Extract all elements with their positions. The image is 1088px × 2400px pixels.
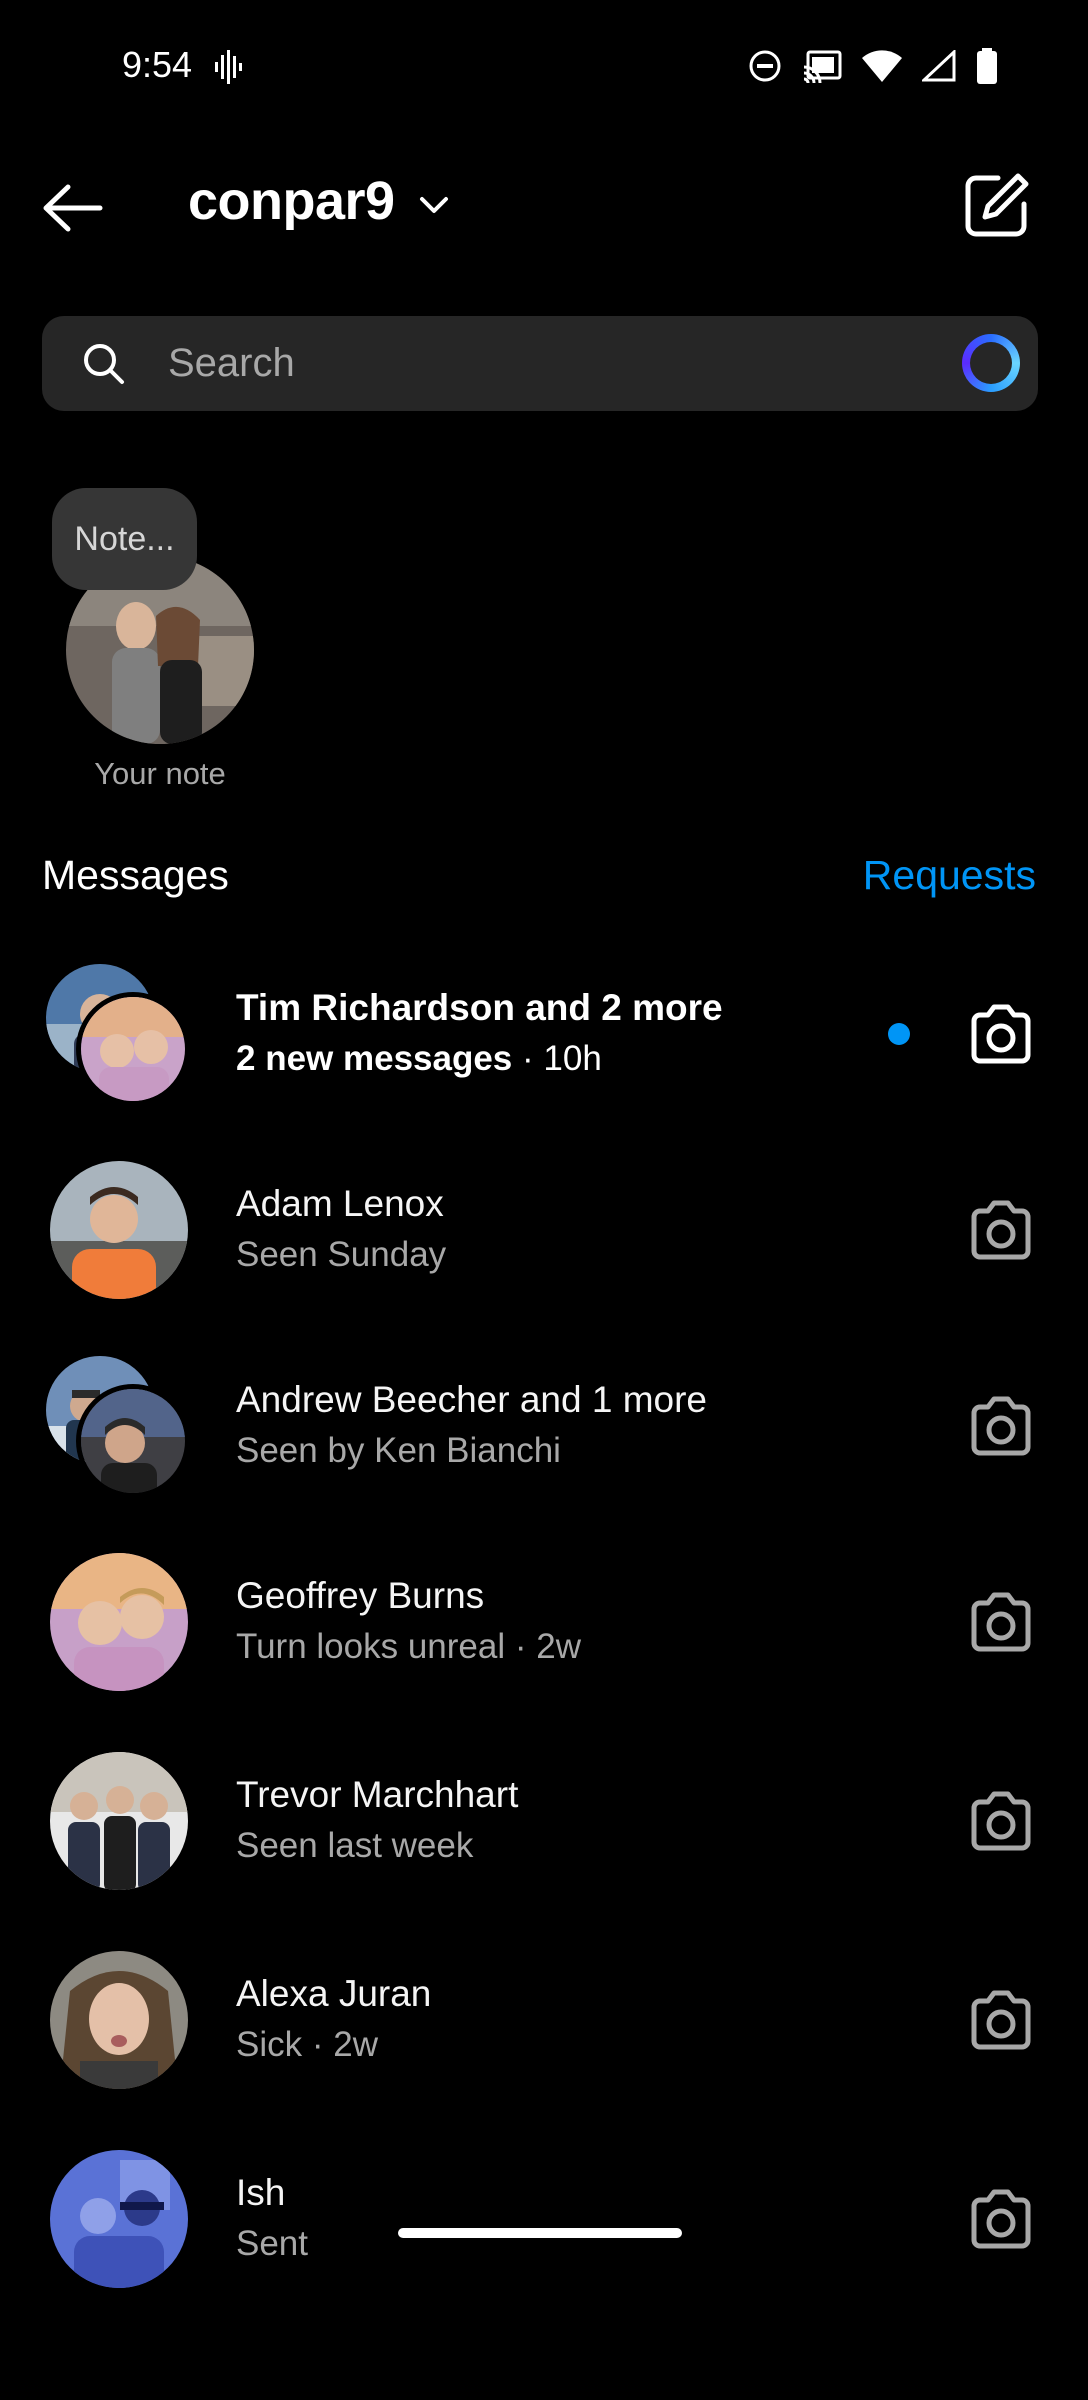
thread-row[interactable]: Adam Lenox Seen Sunday [0, 1140, 1088, 1320]
thread-row[interactable]: Geoffrey Burns Turn looks unreal · 2w [0, 1532, 1088, 1712]
note-bubble[interactable]: Note... [52, 488, 197, 590]
status-time: 9:54 [122, 44, 193, 85]
thread-preview: Seen last week [236, 1826, 474, 1865]
cast-icon [803, 50, 842, 83]
account-username[interactable]: conpar9 [188, 170, 395, 232]
avatar [50, 1553, 188, 1691]
cellular-signal-icon [922, 50, 956, 82]
thread-name: Trevor Marchhart [236, 1774, 519, 1815]
camera-icon[interactable] [966, 999, 1036, 1069]
status-bar: 9:54 [0, 0, 1088, 130]
thread-row[interactable]: Andrew Beecher and 1 more Seen by Ken Bi… [0, 1336, 1088, 1516]
avatar [50, 1951, 188, 2089]
thread-name: Tim Richardson and 2 more [236, 987, 723, 1028]
camera-icon[interactable] [966, 1587, 1036, 1657]
thread-row[interactable]: Alexa Juran Sick · 2w [0, 1930, 1088, 2110]
search-input[interactable] [168, 316, 948, 411]
unread-indicator [888, 1023, 910, 1045]
camera-icon[interactable] [966, 1195, 1036, 1265]
search-icon [84, 344, 124, 384]
thread-name: Geoffrey Burns [236, 1575, 485, 1616]
avatar [50, 1161, 188, 1299]
thread-row[interactable]: Tim Richardson and 2 more 2 new messages… [0, 944, 1088, 1124]
requests-link[interactable]: Requests [863, 852, 1036, 899]
chevron-down-icon[interactable] [416, 188, 452, 224]
back-arrow-icon[interactable] [40, 175, 106, 241]
camera-icon[interactable] [966, 1391, 1036, 1461]
avatar [76, 992, 190, 1106]
thread-preview: Sick [236, 2025, 303, 2064]
thread-preview: Turn looks unreal [236, 1627, 506, 1666]
new-message-icon[interactable] [962, 170, 1032, 240]
thread-name: Ish [236, 2172, 286, 2213]
wifi-icon [862, 50, 902, 82]
thread-preview: Seen Sunday [236, 1235, 447, 1274]
audio-wave-icon [215, 50, 242, 84]
thread-name: Adam Lenox [236, 1183, 444, 1224]
battery-icon [977, 48, 997, 84]
thread-row[interactable]: Ish Sent [0, 2129, 1088, 2309]
thread-preview: 2 new messages [236, 1039, 513, 1078]
thread-name: Andrew Beecher and 1 more [236, 1379, 707, 1420]
search-bar[interactable] [42, 316, 1038, 411]
do-not-disturb-icon [749, 50, 781, 82]
camera-icon[interactable] [966, 1985, 1036, 2055]
thread-time: · 2w [514, 1627, 581, 1666]
avatar [76, 1384, 190, 1498]
messages-heading: Messages [42, 852, 229, 898]
thread-preview: Sent [236, 2224, 308, 2263]
home-indicator[interactable] [398, 2228, 682, 2238]
meta-ai-icon[interactable] [962, 334, 1020, 392]
thread-time: · 10h [522, 1039, 602, 1078]
camera-icon[interactable] [966, 1786, 1036, 1856]
thread-name: Alexa Juran [236, 1973, 432, 2014]
camera-icon[interactable] [966, 2184, 1036, 2254]
note-label: Your note [94, 756, 226, 791]
avatar [50, 2150, 188, 2288]
thread-preview: Seen by Ken Bianchi [236, 1431, 561, 1470]
thread-time: · 2w [311, 2025, 378, 2064]
thread-row[interactable]: Trevor Marchhart Seen last week [0, 1731, 1088, 1911]
avatar [50, 1752, 188, 1890]
